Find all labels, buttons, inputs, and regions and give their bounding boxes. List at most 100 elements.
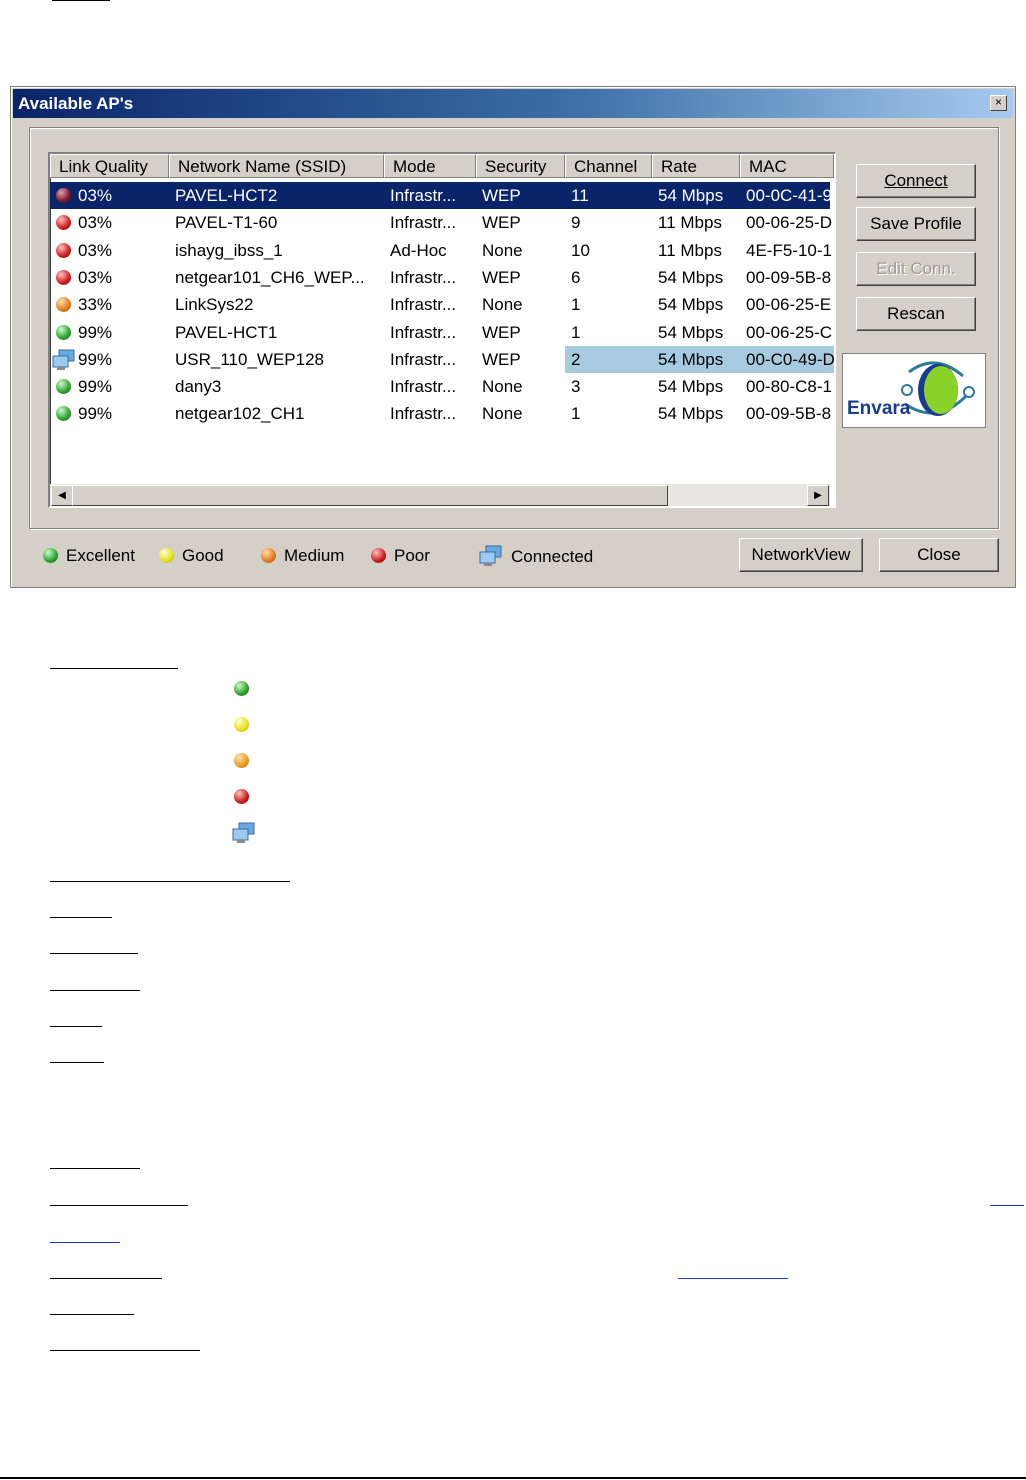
channel-cell: 2: [565, 345, 652, 373]
good-icon: [234, 717, 249, 732]
mac-cell: 00-C0-49-D: [740, 345, 834, 373]
security-cell: WEP: [482, 322, 521, 342]
security-cell: WEP: [482, 213, 521, 233]
excellent-icon: [56, 324, 71, 340]
column-rate[interactable]: Rate: [652, 154, 740, 178]
doc-underline: [50, 1168, 140, 1169]
doc-underline: [50, 1314, 134, 1315]
mac-cell: 00-06-25-C: [746, 322, 832, 342]
doc-underline: [50, 1062, 104, 1063]
column-mode[interactable]: Mode: [384, 154, 476, 178]
column-security[interactable]: Security: [476, 154, 565, 178]
scroll-left-icon[interactable]: ◀: [51, 485, 73, 506]
ap-row[interactable]: 99% PAVEL-HCT1 Infrastr... WEP 1 54 Mbps 00-06…: [50, 319, 832, 346]
mode-cell: Infrastr...: [390, 186, 457, 205]
poor-icon: [56, 242, 71, 258]
column-link-quality[interactable]: Link Quality: [50, 154, 169, 178]
column-mac[interactable]: MAC: [740, 154, 834, 178]
ap-list[interactable]: Link Quality Network Name (SSID) Mode Se…: [48, 152, 836, 508]
doc-underline: [50, 990, 140, 991]
ap-row[interactable]: 99% USR_110_WEP128 Infrastr... WEP 2 54 Mbps 0…: [50, 345, 834, 373]
ssid-cell: netgear101_CH6_WEP...: [175, 267, 365, 287]
mac-cell: 4E-F5-10-1: [746, 240, 832, 260]
mac-cell: 00-06-25-E: [746, 295, 832, 315]
network-view-button[interactable]: NetworkView: [739, 538, 863, 572]
rate-cell: 54 Mbps: [652, 345, 740, 373]
column-ssid[interactable]: Network Name (SSID): [169, 154, 384, 178]
legend-excellent-label: Excellent: [66, 546, 135, 565]
rate-cell: 54 Mbps: [658, 295, 724, 315]
poor-icon: [234, 789, 249, 804]
ssid-cell: USR_110_WEP128: [175, 349, 324, 369]
ssid-cell: ishayg_ibss_1: [175, 240, 283, 260]
mode-cell: Infrastr...: [390, 322, 457, 342]
column-channel[interactable]: Channel: [565, 154, 652, 178]
ap-row[interactable]: 99% dany3 Infrastr... None 3 54 Mbps 00-80-C8-…: [50, 373, 832, 400]
medium-icon: [234, 753, 249, 768]
legend-good-label: Good: [182, 546, 224, 565]
medium-icon: [261, 548, 276, 563]
channel-cell: 9: [571, 213, 581, 233]
poor-icon: [56, 188, 71, 203]
ap-row[interactable]: 99% netgear102_CH1 Infrastr... None 1 54 Mbps…: [50, 400, 831, 427]
legend-connected: Connected: [479, 545, 593, 567]
channel-cell: 3: [571, 377, 581, 397]
save-profile-button-label: Save Profile: [870, 214, 962, 233]
doc-underline: [52, 0, 110, 1]
legend-connected-label: Connected: [511, 547, 594, 566]
title-bar[interactable]: Available AP's ×: [13, 89, 1013, 118]
rescan-button[interactable]: Rescan: [856, 297, 976, 331]
channel-cell: 1: [571, 322, 581, 342]
rate-cell: 54 Mbps: [658, 404, 724, 424]
mode-cell: Infrastr...: [390, 377, 457, 397]
save-profile-button[interactable]: Save Profile: [856, 207, 976, 241]
rate-cell: 54 Mbps: [658, 322, 724, 342]
doc-underline: [50, 1278, 162, 1279]
mac-cell: 00-0C-41-9: [746, 186, 832, 205]
connect-button-label: Connect: [884, 171, 948, 190]
close-button[interactable]: Close: [879, 538, 999, 572]
channel-cell: 1: [571, 295, 581, 315]
poor-icon: [56, 269, 71, 285]
connect-button[interactable]: Connect: [856, 164, 976, 198]
rate-cell: 11 Mbps: [658, 213, 722, 233]
legend-medium-label: Medium: [284, 546, 345, 565]
doc-link[interactable]: [990, 1205, 1024, 1206]
edit-conn-button[interactable]: Edit Conn.: [856, 252, 976, 286]
ssid-cell: LinkSys22: [175, 295, 254, 315]
ap-row[interactable]: 03% PAVEL-HCT2 Infrastr... WEP 11 54 Mbps 00-0…: [50, 182, 832, 209]
doc-link[interactable]: [50, 1242, 120, 1243]
security-cell: WEP: [482, 186, 521, 205]
doc-underline: [50, 1350, 200, 1351]
mode-cell: Infrastr...: [390, 295, 457, 315]
rescan-button-label: Rescan: [887, 304, 945, 323]
edit-conn-button-label: Edit Conn.: [876, 259, 956, 278]
mode-cell: Infrastr...: [390, 349, 457, 369]
ssid-cell: PAVEL-HCT2: [175, 186, 278, 205]
mode-cell: Infrastr...: [390, 213, 457, 233]
legend-good: Good: [159, 545, 224, 567]
channel-cell: 6: [571, 267, 581, 287]
doc-underline: [50, 881, 290, 882]
doc-link[interactable]: [678, 1278, 788, 1279]
rate-cell: 11 Mbps: [658, 240, 722, 260]
security-cell: None: [482, 404, 523, 424]
mode-cell: Infrastr...: [390, 404, 457, 424]
ap-row[interactable]: 03% netgear101_CH6_WEP... Infrastr... WEP 6 5…: [50, 264, 831, 291]
close-button-label: Close: [917, 545, 961, 564]
ap-row[interactable]: 03% ishayg_ibss_1 Ad-Hoc None 10 11 Mbps 4E-F5…: [50, 237, 832, 264]
horizontal-scrollbar[interactable]: ◀ ▶: [50, 484, 830, 506]
security-cell: WEP: [482, 349, 521, 369]
ap-row[interactable]: 33% LinkSys22 Infrastr... None 1 54 Mbps 00-06…: [50, 291, 831, 318]
rate-cell: 54 Mbps: [658, 377, 724, 397]
security-cell: WEP: [482, 267, 521, 287]
doc-underline: [50, 953, 138, 954]
excellent-icon: [43, 548, 58, 563]
content-panel: Link Quality Network Name (SSID) Mode Se…: [29, 127, 999, 529]
dialog-title: Available AP's: [18, 94, 134, 113]
scroll-right-icon[interactable]: ▶: [807, 485, 829, 506]
close-icon[interactable]: ×: [990, 95, 1007, 111]
scroll-thumb[interactable]: [72, 485, 668, 506]
ap-row[interactable]: 03% PAVEL-T1-60 Infrastr... WEP 9 11 Mbps 00-0…: [50, 209, 832, 236]
doc-underline: [50, 1026, 102, 1027]
